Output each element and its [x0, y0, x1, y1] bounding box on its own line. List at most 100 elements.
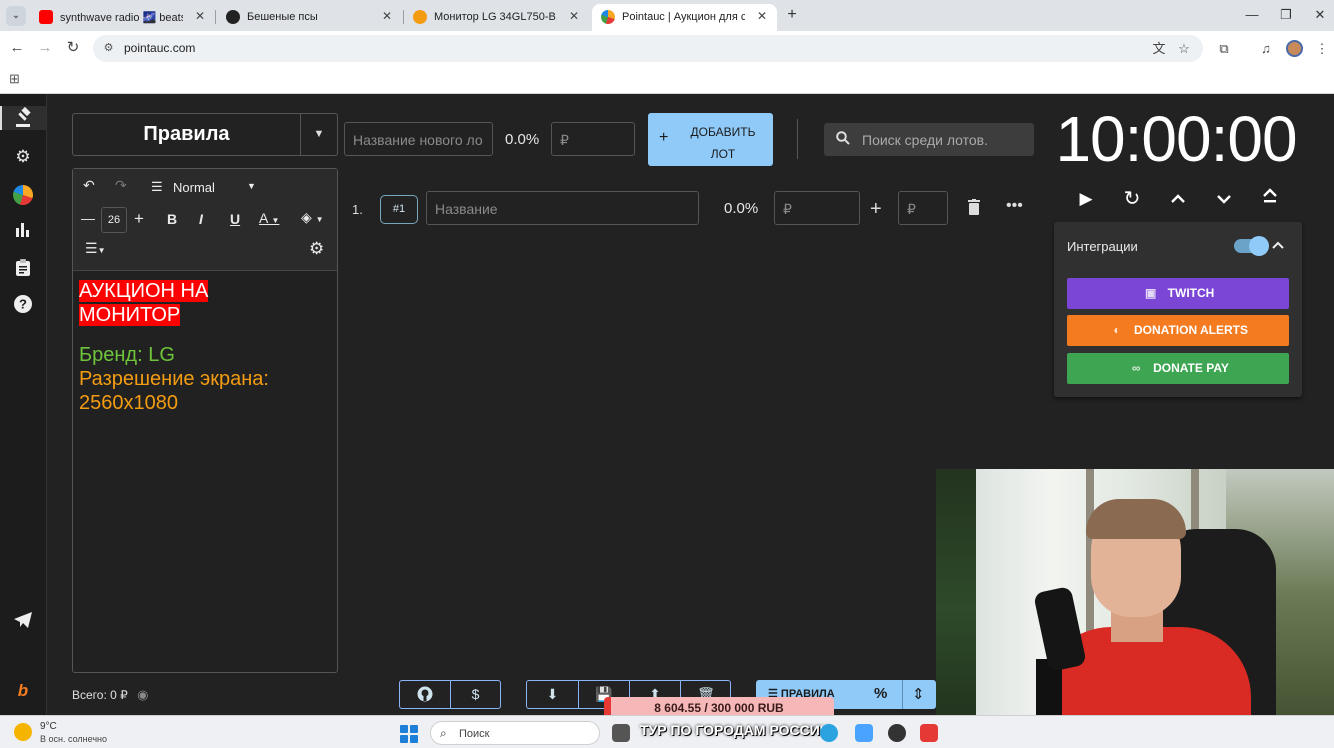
delete-lot-trash-icon[interactable]: [967, 199, 981, 220]
browser-toolbar: ← → ↻ ⚙ pointauc.com 文 ☆ ⧉ ♫ ⋮: [0, 31, 1334, 66]
browser-menu-icon[interactable]: ⋮: [1313, 40, 1331, 58]
weather-sun-icon[interactable]: [14, 723, 32, 741]
taskbar-search-input[interactable]: ⌕ Поиск: [430, 721, 600, 745]
font-size-input[interactable]: 26: [101, 207, 127, 233]
settings-gear-icon[interactable]: ⚙: [11, 145, 35, 169]
help-question-icon[interactable]: ?: [11, 295, 35, 319]
bookmark-star-icon[interactable]: ☆: [1175, 40, 1193, 58]
close-tab-icon[interactable]: ✕: [757, 9, 767, 23]
chevron-down-icon: ▼: [271, 216, 280, 225]
add-time-chevron-up-icon[interactable]: [1166, 187, 1190, 211]
search-icon: [836, 131, 850, 148]
chevron-down-icon: ▼: [97, 246, 106, 255]
lot-add-amount-input[interactable]: ₽: [898, 191, 948, 225]
translate-icon[interactable]: 文: [1150, 40, 1168, 58]
close-tab-icon[interactable]: ✕: [382, 9, 392, 23]
boosty-logo-icon[interactable]: b: [11, 679, 35, 703]
yandex-browser-icon[interactable]: [920, 724, 938, 742]
redo-icon[interactable]: ↷: [115, 177, 127, 194]
telegram-app-icon[interactable]: [820, 724, 838, 742]
lot-search-input[interactable]: Поиск среди лотов.: [824, 123, 1034, 156]
pointauc-favicon-icon: [601, 10, 615, 24]
new-lot-amount-input[interactable]: ₽: [551, 122, 635, 156]
play-icon[interactable]: ▶: [1074, 187, 1098, 211]
divider: [797, 119, 798, 159]
double-time-icon[interactable]: [1258, 187, 1282, 211]
url-text: pointauc.com: [124, 41, 196, 55]
underline-button[interactable]: U: [230, 211, 240, 227]
profile-avatar[interactable]: [1286, 40, 1303, 57]
bold-button[interactable]: B: [167, 211, 177, 227]
integrations-toggle[interactable]: [1234, 236, 1269, 256]
auction-gavel-icon[interactable]: [0, 106, 46, 130]
add-lot-button[interactable]: + ДОБАВИТЬ ЛОТ: [648, 113, 773, 166]
lot-id-badge[interactable]: #1: [380, 195, 418, 224]
twitch-button[interactable]: ▣ TWITCH: [1067, 278, 1289, 309]
rules-title[interactable]: Правила: [73, 114, 300, 155]
donate-pay-button[interactable]: ∞ DONATE PAY: [1067, 353, 1289, 384]
task-view-icon[interactable]: [612, 724, 630, 742]
new-lot-name-input[interactable]: Название нового ло: [344, 122, 493, 156]
lot-name-input[interactable]: Название: [426, 191, 699, 225]
download-icon[interactable]: ⬇: [527, 681, 578, 708]
windows-taskbar: 9°C В осн. солнечно ⌕ Поиск ТУР ПО ГОРОД…: [0, 715, 1334, 748]
italic-button[interactable]: I: [199, 211, 203, 227]
tab-monitor-lg[interactable]: Монитор LG 34GL750-B, 2560 ✕: [404, 4, 589, 31]
integrations-title: Интеграции: [1067, 239, 1138, 254]
weather-temperature: 9°C: [40, 721, 57, 732]
twitch-icon: ▣: [1145, 286, 1157, 300]
notepad-app-icon[interactable]: [855, 724, 873, 742]
decrease-font-size-button[interactable]: —: [81, 210, 95, 226]
undo-icon[interactable]: ↶: [83, 177, 95, 194]
rules-heading-line2: МОНИТОР: [79, 304, 181, 326]
percent-toggle[interactable]: %: [874, 685, 887, 702]
lot-amount-input[interactable]: ₽: [774, 191, 860, 225]
search-icon: ⌕: [440, 726, 447, 740]
rules-dropdown-chevron-icon[interactable]: ▼: [300, 114, 337, 155]
apps-grid-icon[interactable]: ⊞: [9, 71, 20, 87]
twitch-label: TWITCH: [1167, 286, 1215, 300]
telegram-icon[interactable]: [11, 611, 35, 635]
donate-dollar-icon[interactable]: $: [450, 681, 500, 708]
tab-synthwave[interactable]: synthwave radio 🌌 beats t ✕: [30, 4, 215, 31]
paragraph-style-select[interactable]: ☰ Normal ▼: [141, 178, 261, 198]
donation-alerts-label: DONATION ALERTS: [1134, 323, 1248, 337]
lot-more-icon[interactable]: •••: [1006, 197, 1023, 215]
new-tab-button[interactable]: +: [782, 5, 802, 25]
site-info-icon[interactable]: ⚙: [101, 41, 116, 56]
statistics-bar-icon[interactable]: [11, 220, 35, 244]
text-color-button[interactable]: A ▼: [259, 210, 279, 226]
reset-timer-icon[interactable]: ↻: [1120, 187, 1144, 211]
address-bar[interactable]: ⚙ pointauc.com 文 ☆: [93, 35, 1203, 62]
extensions-icon[interactable]: ⧉: [1215, 40, 1233, 58]
close-tab-icon[interactable]: ✕: [195, 9, 205, 23]
history-clipboard-icon[interactable]: [11, 258, 35, 282]
github-icon[interactable]: [400, 681, 450, 708]
close-tab-icon[interactable]: ✕: [569, 9, 579, 23]
windows-start-icon[interactable]: [400, 725, 418, 743]
back-button[interactable]: ←: [7, 38, 27, 58]
close-window-button[interactable]: ✕: [1300, 5, 1334, 25]
reload-button[interactable]: ↻: [63, 38, 83, 58]
tab-search-icon[interactable]: ⌄: [6, 6, 26, 26]
screen: ⌄ synthwave radio 🌌 beats t ✕ Бешеные пс…: [0, 0, 1334, 748]
compact-view-icon[interactable]: ⇕: [912, 685, 925, 703]
lot-add-amount-icon[interactable]: +: [870, 198, 882, 221]
rules-text[interactable]: АУКЦИОН НА МОНИТОР Бренд: LG Разрешение …: [79, 279, 331, 415]
obs-app-icon[interactable]: [888, 724, 906, 742]
editor-settings-gear-icon[interactable]: ⚙: [309, 239, 324, 259]
forward-button[interactable]: →: [35, 38, 55, 58]
align-button[interactable]: ☰▼: [85, 240, 105, 257]
hide-eye-icon[interactable]: ◉: [137, 687, 148, 702]
donation-alerts-button[interactable]: ◐ DONATION ALERTS: [1067, 315, 1289, 346]
chevron-down-icon: ▼: [315, 215, 324, 224]
media-controls-icon[interactable]: ♫: [1257, 40, 1275, 58]
increase-font-size-button[interactable]: +: [134, 209, 144, 229]
site-favicon-icon: [226, 10, 240, 24]
tab-pointauc[interactable]: Pointauc | Аукцион для стрим ✕: [592, 4, 777, 31]
highlight-color-button[interactable]: ◈ ▼: [301, 209, 324, 226]
collapse-chevron-up-icon[interactable]: [1272, 237, 1284, 252]
reduce-time-chevron-down-icon[interactable]: [1212, 187, 1236, 211]
tab-beshenye-psy[interactable]: Бешеные псы ✕: [217, 4, 402, 31]
wheel-pie-icon[interactable]: [13, 185, 33, 205]
